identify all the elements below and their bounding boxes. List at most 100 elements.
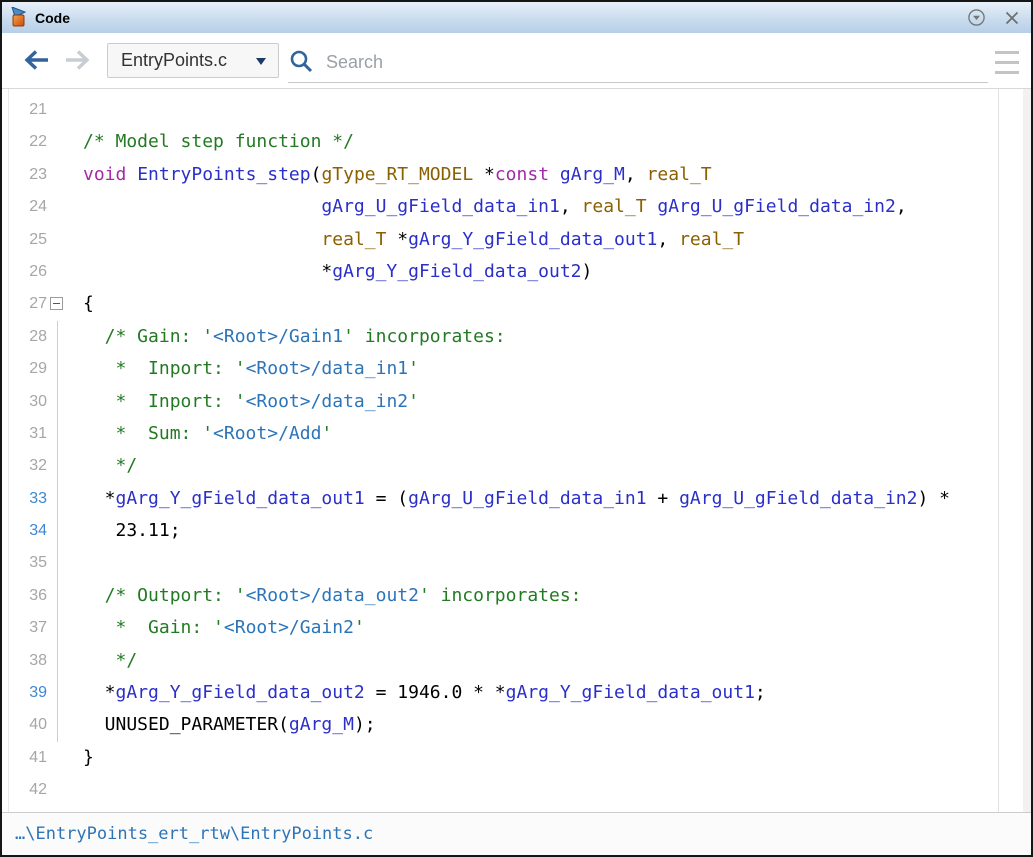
fold-gutter	[47, 515, 83, 547]
fold-gutter	[47, 386, 83, 418]
fold-collapse-icon[interactable]	[50, 297, 63, 310]
search-underline	[288, 82, 988, 83]
window-title: Code	[35, 10, 70, 26]
code-line[interactable]: 33 *gArg_Y_gField_data_out1 = (gArg_U_gF…	[11, 483, 1031, 515]
editor-right-border	[998, 89, 999, 812]
code-text: */	[83, 450, 137, 482]
code-line[interactable]: 21	[11, 94, 1031, 126]
line-number: 42	[11, 774, 47, 806]
line-number: 22	[11, 126, 47, 158]
fold-gutter	[47, 191, 83, 223]
line-number: 30	[11, 386, 47, 418]
file-path-link[interactable]: …\EntryPoints_ert_rtw\EntryPoints.c	[15, 824, 373, 844]
code-text: /* Gain: '<Root>/Gain1' incorporates:	[83, 321, 506, 353]
file-dropdown-value: EntryPoints.c	[121, 50, 227, 71]
model-block-link[interactable]: <Root>/Gain2	[224, 617, 354, 638]
line-number: 27	[11, 288, 47, 320]
model-block-link[interactable]: <Root>/Gain1	[213, 326, 343, 347]
model-block-link[interactable]: <Root>/data_in1	[246, 358, 409, 379]
line-number: 33	[11, 483, 47, 515]
fold-gutter	[47, 547, 83, 579]
code-text: UNUSED_PARAMETER(gArg_M);	[83, 709, 376, 741]
code-text: 23.11;	[83, 515, 181, 547]
code-line[interactable]: 38 */	[11, 645, 1031, 677]
fold-gutter	[47, 645, 83, 677]
code-line[interactable]: 40 UNUSED_PARAMETER(gArg_M);	[11, 709, 1031, 741]
line-number: 36	[11, 580, 47, 612]
back-button[interactable]	[18, 46, 54, 76]
fold-gutter	[47, 612, 83, 644]
fold-gutter	[47, 677, 83, 709]
simulink-code-icon	[10, 7, 30, 27]
fold-gutter	[47, 774, 83, 806]
fold-gutter	[47, 256, 83, 288]
chevron-down-icon	[256, 58, 266, 65]
line-number: 23	[11, 159, 47, 191]
code-text: */	[83, 645, 137, 677]
code-lines: 2122 /* Model step function */ 23 void Entr…	[11, 94, 1031, 807]
fold-gutter	[47, 94, 83, 126]
code-line[interactable]: 25 real_T *gArg_Y_gField_data_out1, real…	[11, 224, 1031, 256]
code-line[interactable]: 34 23.11;	[11, 515, 1031, 547]
code-line[interactable]: 32 */	[11, 450, 1031, 482]
line-number: 26	[11, 256, 47, 288]
fold-gutter	[47, 126, 83, 158]
search-input[interactable]	[324, 46, 948, 78]
code-text: * Inport: '<Root>/data_in1'	[83, 353, 419, 385]
code-text: {	[83, 288, 94, 320]
code-line[interactable]: 39 *gArg_Y_gField_data_out2 = 1946.0 * *…	[11, 677, 1031, 709]
line-number: 41	[11, 742, 47, 774]
code-line[interactable]: 26 *gArg_Y_gField_data_out2)	[11, 256, 1031, 288]
code-text: void EntryPoints_step(gType_RT_MODEL *co…	[83, 159, 712, 191]
code-editor[interactable]: 2122 /* Model step function */ 23 void Entr…	[2, 89, 1031, 812]
dock-button[interactable]	[965, 7, 987, 29]
toolbar: EntryPoints.c	[2, 33, 1031, 89]
line-number: 21	[11, 94, 47, 126]
line-number: 32	[11, 450, 47, 482]
code-line[interactable]: 22 /* Model step function */	[11, 126, 1031, 158]
code-line[interactable]: 35	[11, 547, 1031, 579]
fold-gutter	[47, 450, 83, 482]
code-line[interactable]: 37 * Gain: '<Root>/Gain2'	[11, 612, 1031, 644]
line-number: 39	[11, 677, 47, 709]
code-line[interactable]: 41}	[11, 742, 1031, 774]
code-line[interactable]: 31 * Sum: '<Root>/Add'	[11, 418, 1031, 450]
fold-gutter	[47, 288, 83, 320]
line-number: 37	[11, 612, 47, 644]
close-icon[interactable]	[1001, 7, 1023, 29]
code-line[interactable]: 24 gArg_U_gField_data_in1, real_T gArg_U…	[11, 191, 1031, 223]
file-dropdown[interactable]: EntryPoints.c	[107, 43, 279, 78]
fold-gutter	[47, 321, 83, 353]
code-line[interactable]: 28 /* Gain: '<Root>/Gain1' incorporates:	[11, 321, 1031, 353]
code-line[interactable]: 30 * Inport: '<Root>/data_in2'	[11, 386, 1031, 418]
model-block-link[interactable]: <Root>/Add	[213, 423, 321, 444]
model-block-link[interactable]: <Root>/data_in2	[246, 391, 409, 412]
line-number: 31	[11, 418, 47, 450]
code-text: /* Model step function */	[83, 126, 354, 158]
fold-gutter	[47, 483, 83, 515]
code-line[interactable]: 27 {	[11, 288, 1031, 320]
line-number: 38	[11, 645, 47, 677]
line-number: 24	[11, 191, 47, 223]
fold-gutter	[47, 159, 83, 191]
code-window: Code EntryPoints.c	[0, 0, 1033, 857]
hamburger-menu-icon[interactable]	[995, 51, 1019, 74]
code-line[interactable]: 29 * Inport: '<Root>/data_in1'	[11, 353, 1031, 385]
code-text: *gArg_Y_gField_data_out1 = (gArg_U_gFiel…	[83, 483, 950, 515]
code-line[interactable]: 36 /* Outport: '<Root>/data_out2' incorp…	[11, 580, 1031, 612]
status-bar: …\EntryPoints_ert_rtw\EntryPoints.c	[2, 812, 1031, 855]
editor-left-border	[8, 89, 9, 812]
line-number: 25	[11, 224, 47, 256]
code-text: *gArg_Y_gField_data_out2)	[83, 256, 592, 288]
model-block-link[interactable]: <Root>/data_out2	[246, 585, 419, 606]
fold-gutter	[47, 224, 83, 256]
title-bar: Code	[2, 2, 1031, 33]
code-text: }	[83, 742, 94, 774]
code-text: * Sum: '<Root>/Add'	[83, 418, 332, 450]
forward-button[interactable]	[60, 46, 96, 76]
line-number: 29	[11, 353, 47, 385]
code-line[interactable]: 23 void EntryPoints_step(gType_RT_MODEL *…	[11, 159, 1031, 191]
search-icon	[289, 49, 314, 79]
code-line[interactable]: 42	[11, 774, 1031, 806]
vertical-scrollbar[interactable]	[1023, 89, 1031, 812]
